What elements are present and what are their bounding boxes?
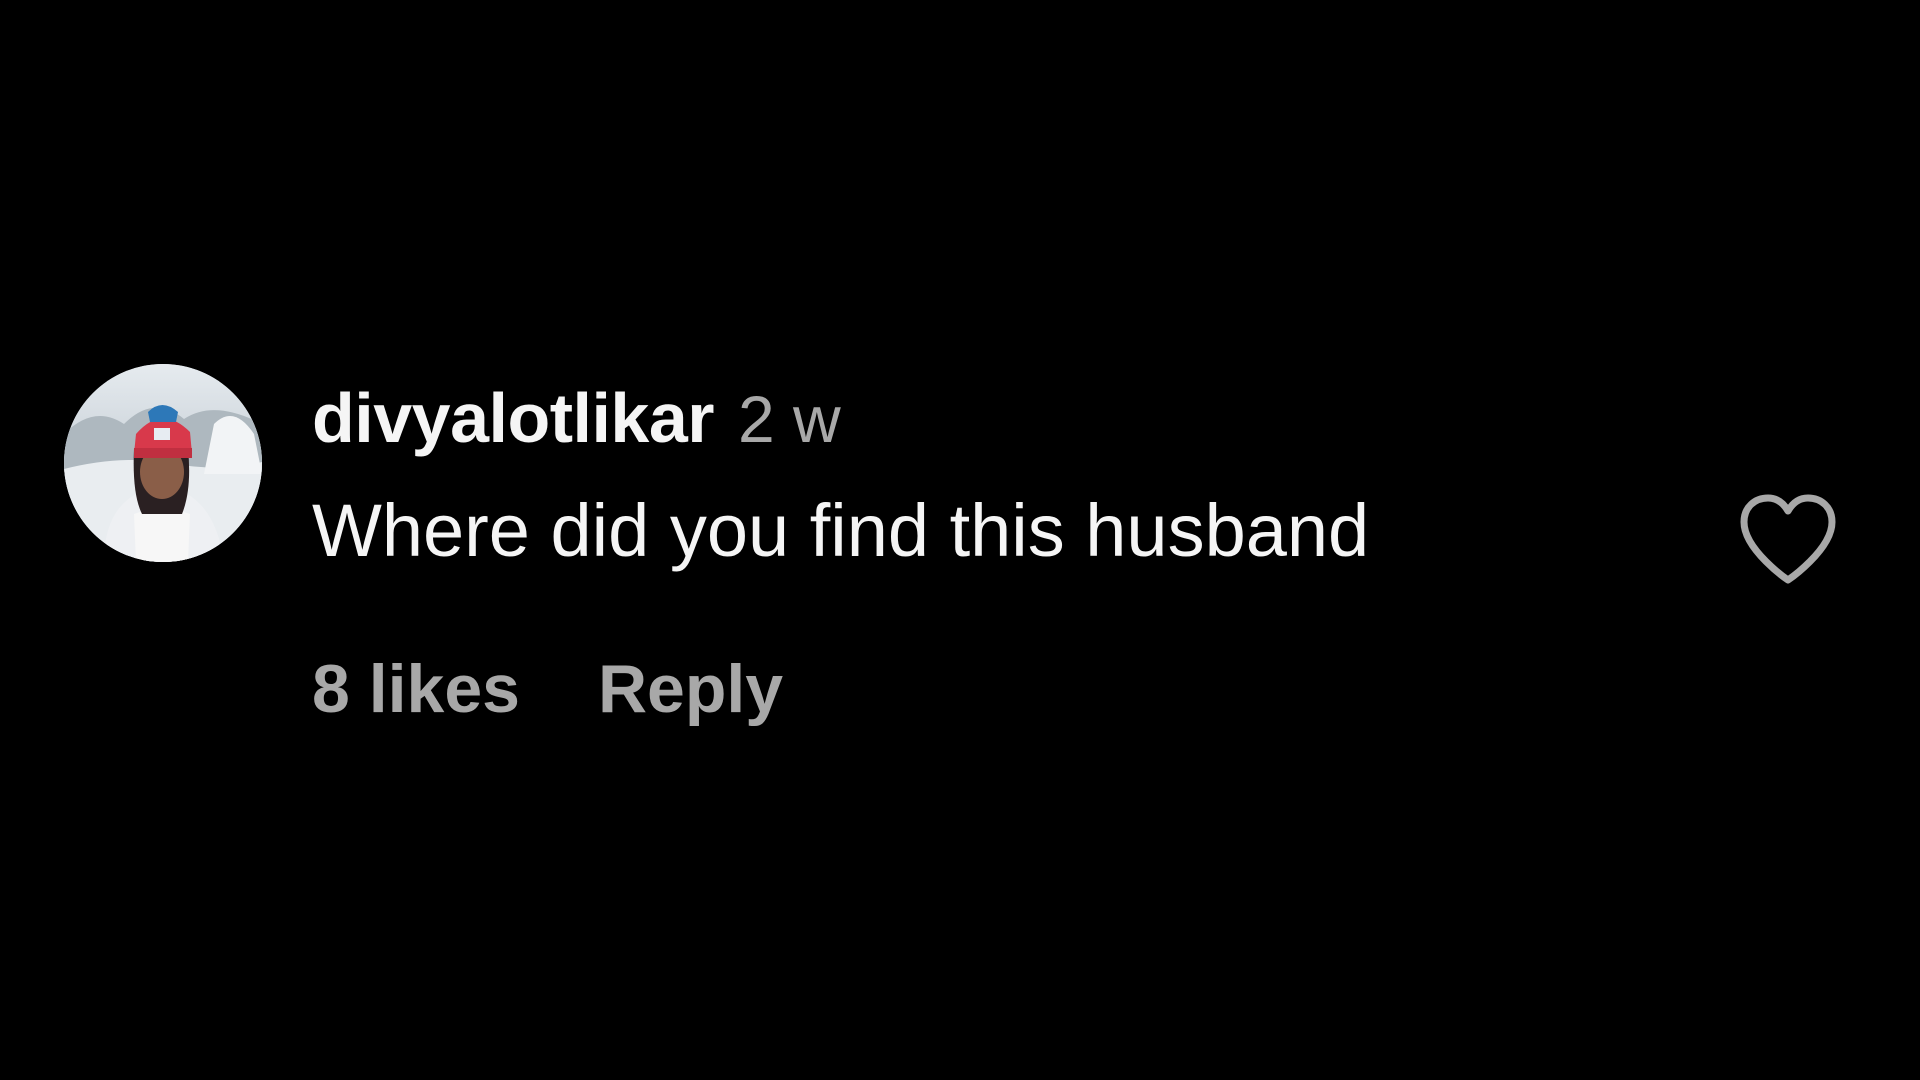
comment-actions: 8 likes Reply (312, 650, 783, 728)
timestamp: 2 w (738, 382, 841, 456)
like-button[interactable] (1738, 492, 1838, 588)
comment-text: Where did you find this husband (312, 489, 1370, 572)
likes-count-link[interactable]: 8 likes (312, 650, 520, 728)
avatar[interactable] (64, 364, 262, 562)
reply-button[interactable]: Reply (598, 650, 783, 728)
username-link[interactable]: divyalotlikar (312, 378, 715, 458)
comment: divyalotlikar 2 w Where did you find thi… (0, 0, 1920, 1080)
heart-outline-icon (1740, 494, 1836, 584)
comment-header: divyalotlikar 2 w (312, 378, 841, 457)
avatar-photo (64, 364, 262, 562)
